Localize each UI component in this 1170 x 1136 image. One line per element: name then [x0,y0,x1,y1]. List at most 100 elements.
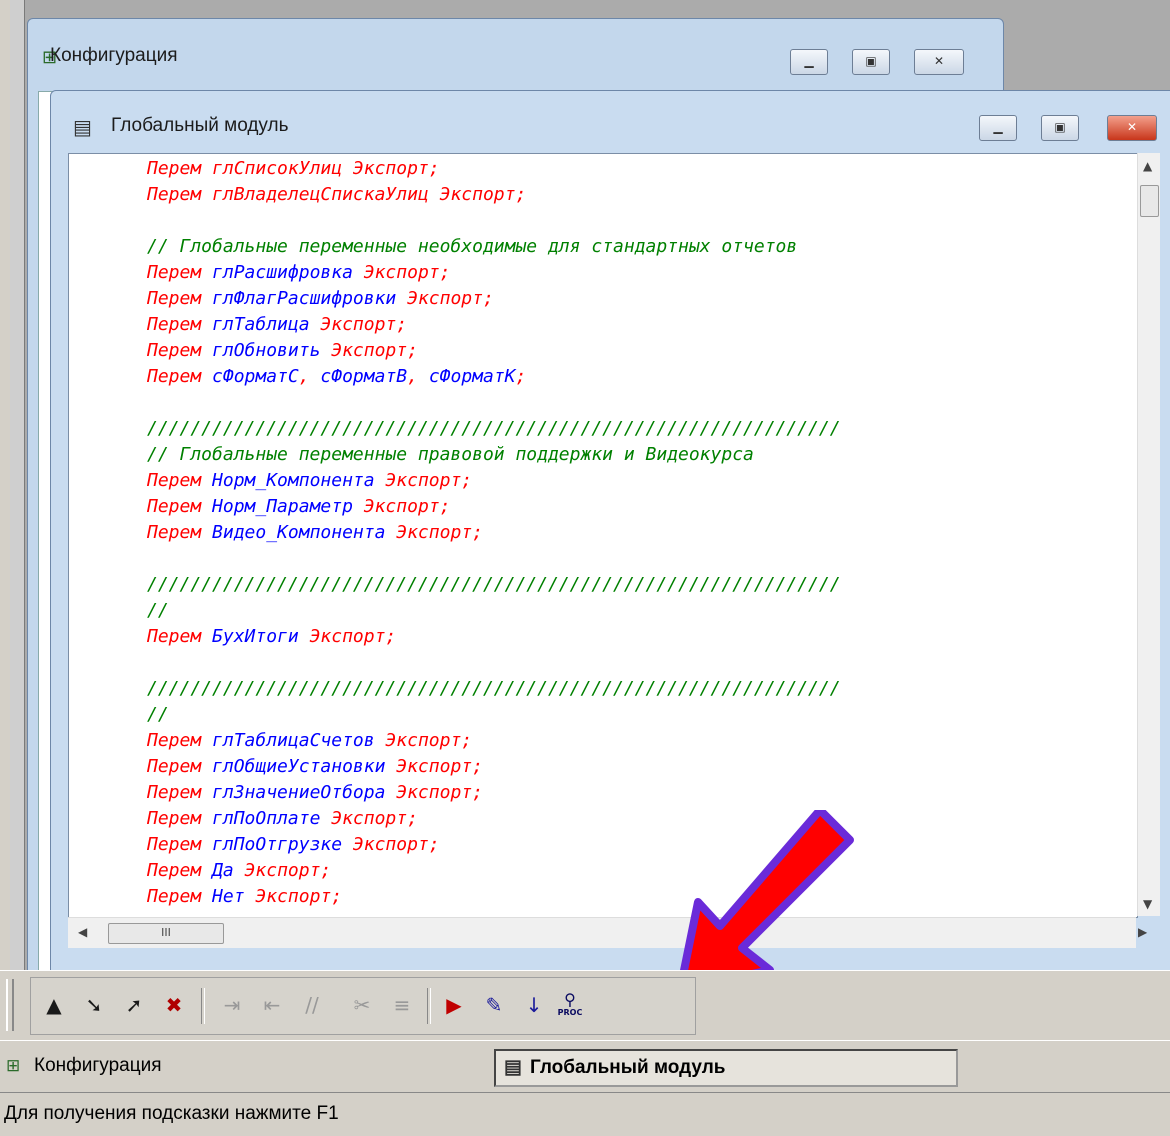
format-block-icon[interactable]: ≡ [389,992,415,1018]
indent-icon[interactable]: ⇥ [219,992,245,1018]
clear-bookmarks-icon[interactable]: ✖ [161,992,187,1018]
code-line[interactable]: Перем Норм_Параметр Экспорт; [147,494,841,520]
config-tree-icon: ⊞ [6,1056,21,1075]
toolbar-separator [427,988,431,1024]
scroll-up-icon[interactable]: ▲ [1143,159,1152,173]
code-line[interactable]: Перем глРасшифровка Экспорт; [147,260,841,286]
code-token: , [298,366,321,387]
global-module-window[interactable]: ▤ Глобальный модуль ▁ ▣ ✕ Перем глСписок… [50,90,1170,972]
code-token: глТаблицаСчетов [212,730,375,751]
scroll-down-icon[interactable]: ▼ [1143,897,1152,911]
code-line[interactable]: ////////////////////////////////////////… [147,416,841,442]
code-token: Перем [147,470,213,491]
tab-configuration[interactable]: ⊞ Конфигурация [4,1049,514,1083]
proc-label: PROC [557,1008,583,1017]
code-line[interactable] [147,546,841,572]
code-line[interactable]: Перем БухИтоги Экспорт; [147,624,841,650]
code-token: Экспорт; [244,886,343,907]
code-token: Норм_Параметр [212,496,353,517]
code-token: Экспорт; [320,808,418,829]
code-token: Перем [147,730,213,751]
config-minimize-button[interactable]: ▁ [790,49,828,75]
code-token: глСписокУлиц [212,158,343,179]
code-token: Перем [147,756,213,777]
vertical-scroll-thumb[interactable] [1140,185,1159,217]
code-token: Нет [212,886,245,907]
code-line[interactable]: // Глобальные переменные правовой поддер… [147,442,841,468]
code-token: Экспорт; [342,158,440,179]
code-token: // [147,600,169,621]
uncomment-icon[interactable]: ✂ [349,992,375,1018]
code-token: Перем [147,184,213,205]
config-close-button[interactable]: ✕ [914,49,964,75]
module-close-button[interactable]: ✕ [1107,115,1157,141]
code-token: глВладелецСпискаУлиц [212,184,429,205]
code-line[interactable] [147,208,841,234]
code-token: Видео_Компонента [212,522,386,543]
code-text[interactable]: Перем глСписокУлиц Экспорт; Перем глВладе… [147,156,841,910]
code-token: глПоОплате [212,808,321,829]
code-token: Экспорт; [385,756,483,777]
horizontal-scroll-thumb[interactable]: III [108,923,224,944]
code-token: Перем [147,288,213,309]
code-line[interactable]: Перем Видео_Компонента Экспорт; [147,520,841,546]
code-token: Экспорт; [428,184,527,205]
code-token: глТаблица [212,314,310,335]
syntax-check-icon[interactable]: ▶ [441,992,467,1018]
code-line[interactable]: Перем глЗначениеОтбора Экспорт; [147,780,841,806]
code-editor[interactable]: Перем глСписокУлиц Экспорт; Перем глВладе… [68,153,1138,918]
code-token: Перем [147,834,213,855]
code-line[interactable]: // [147,598,841,624]
config-maximize-button[interactable]: ▣ [852,49,890,75]
mdi-frame-edge [10,0,25,970]
code-line[interactable]: Перем глСписокУлиц Экспорт; [147,156,841,182]
code-token: Экспорт; [385,782,483,803]
code-token: Экспорт; [352,262,451,283]
code-token: ; [515,366,527,387]
toolbar-grip[interactable] [6,979,14,1031]
vertical-scrollbar[interactable]: ▲ ▼ [1137,153,1160,916]
code-line[interactable]: Перем глОбновить Экспорт; [147,338,841,364]
code-token: // Глобальные переменные необходимые для… [147,236,798,257]
code-line[interactable]: ////////////////////////////////////////… [147,572,841,598]
module-minimize-button[interactable]: ▁ [979,115,1017,141]
insert-template-icon[interactable]: ↓ [521,992,547,1018]
code-line[interactable]: ////////////////////////////////////////… [147,676,841,702]
comment-icon[interactable]: // [299,992,325,1018]
code-line[interactable] [147,390,841,416]
horizontal-scrollbar[interactable]: ◀ III ▶ [68,917,1147,948]
code-line[interactable]: Перем глВладелецСпискаУлиц Экспорт; [147,182,841,208]
code-token: Экспорт; [385,522,483,543]
code-line[interactable] [147,650,841,676]
code-line[interactable]: // [147,702,841,728]
code-token: Перем [147,782,213,803]
code-token: Перем [147,366,213,387]
code-line[interactable]: Перем глТаблицаСчетов Экспорт; [147,728,841,754]
code-token: Перем [147,626,213,647]
outdent-icon[interactable]: ⇤ [259,992,285,1018]
code-line[interactable]: // Глобальные переменные необходимые для… [147,234,841,260]
scroll-right-icon[interactable]: ▶ [1138,925,1147,939]
code-token: Экспорт; [309,314,408,335]
code-line[interactable]: Перем Норм_Компонента Экспорт; [147,468,841,494]
arrow-shape [676,810,854,994]
code-token: Перем [147,158,213,179]
code-token: Перем [147,522,213,543]
code-token: Экспорт; [233,860,332,881]
tab-global-module[interactable]: ▤ Глобальный модуль [494,1049,958,1087]
scroll-left-icon[interactable]: ◀ [78,925,87,939]
prev-bookmark-icon[interactable]: ➚ [121,992,147,1018]
code-line[interactable]: Перем глОбщиеУстановки Экспорт; [147,754,841,780]
code-token: Перем [147,314,213,335]
code-token: , [407,366,429,387]
code-line[interactable]: Перем сФорматС, сФорматВ, сФорматК; [147,364,841,390]
code-line[interactable]: Перем глТаблица Экспорт; [147,312,841,338]
template-icon[interactable]: ✎ [481,992,507,1018]
module-maximize-button[interactable]: ▣ [1041,115,1079,141]
toggle-bookmark-icon[interactable]: ▲ [41,992,67,1018]
procedures-list-icon[interactable]: ⚲ PROC [557,992,583,1018]
code-token: Экспорт; [342,834,440,855]
next-bookmark-icon[interactable]: ➘ [81,992,107,1018]
code-token: ////////////////////////////////////////… [147,678,841,699]
code-line[interactable]: Перем глФлагРасшифровки Экспорт; [147,286,841,312]
